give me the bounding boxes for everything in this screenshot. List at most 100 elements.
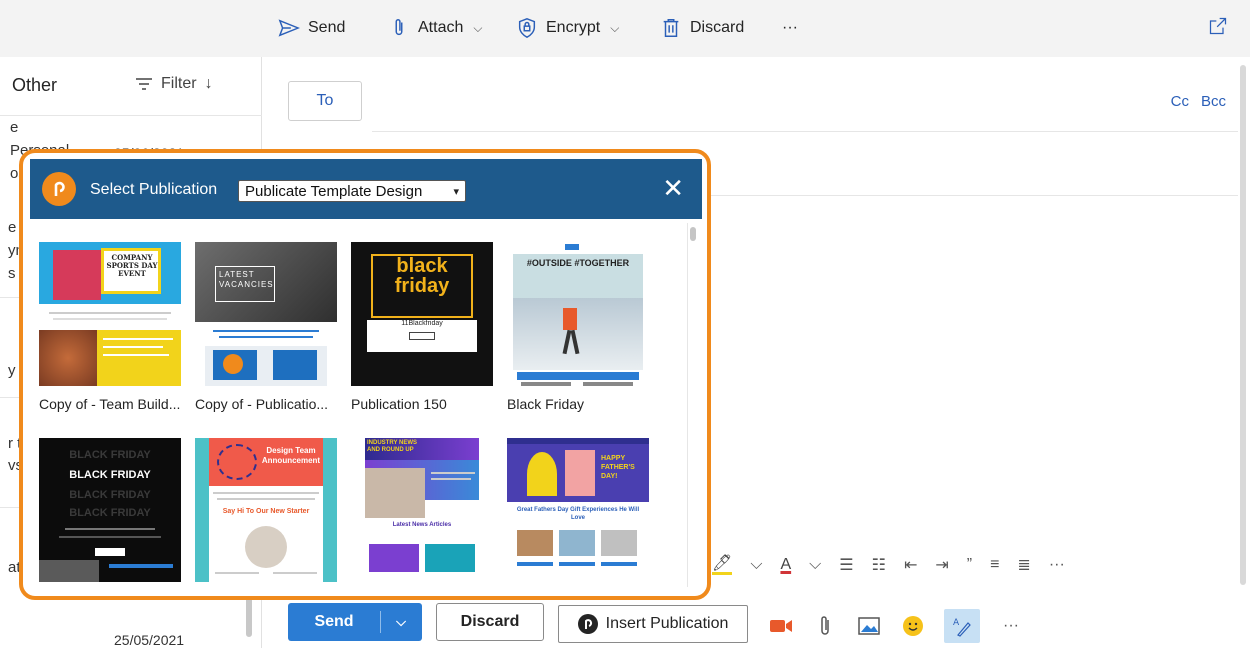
to-field-divider: [372, 131, 1238, 132]
align-left-icon[interactable]: ≡: [990, 556, 999, 574]
toolbar-send-button[interactable]: Send: [278, 12, 345, 44]
grid-scrollbar[interactable]: [690, 227, 696, 241]
publication-thumbnail: HAPPY FATHER'S DAY! Great Fathers Day Gi…: [507, 438, 649, 582]
toolbar-attach-button[interactable]: Attach ⌵: [388, 12, 482, 44]
publication-grid: COMPANY SPORTS DAY EVENT Copy of - Team …: [30, 219, 702, 591]
thumbnail-caption: Great Fathers Day Gift Experiences He Wi…: [516, 507, 640, 521]
list-scrollbar[interactable]: [246, 597, 252, 637]
publication-card[interactable]: HAPPY FATHER'S DAY! Great Fathers Day Gi…: [507, 438, 649, 582]
formatting-toolbar: 🖊︎ ⌵ A ⌵ ☰ ☷ ⇤ ⇥ ” ≡ ≣ ···: [712, 555, 1065, 575]
thumbnail-title: COMPANY SPORTS DAY EVENT: [106, 253, 158, 278]
bcc-link[interactable]: Bcc: [1201, 93, 1226, 110]
increase-indent-icon[interactable]: ⇥: [935, 555, 948, 575]
chevron-down-icon: ⌵: [610, 20, 620, 35]
command-toolbar: Send Attach ⌵ Encrypt ⌵ Discard ···: [0, 0, 1250, 57]
thumbnail-caption: 11Blackfriday: [401, 320, 443, 327]
list-item-date: 25/05/2021: [114, 632, 185, 648]
publication-card[interactable]: LATEST VACANCIES Copy of - Publicatio...: [195, 242, 337, 412]
font-color-icon[interactable]: A: [780, 556, 791, 574]
quote-icon[interactable]: ”: [967, 556, 972, 574]
modal-header: Select Publication Publicate Template De…: [30, 159, 702, 219]
send-icon: [278, 19, 300, 37]
list-item-fragment[interactable]: e: [10, 119, 18, 136]
compose-scrollbar[interactable]: [1240, 65, 1246, 585]
publication-thumbnail: LATEST VACANCIES: [195, 242, 337, 386]
thumbnail-title: INDUSTRY NEWS AND ROUND UP: [367, 440, 418, 453]
thumbnail-title: HAPPY FATHER'S DAY!: [601, 455, 635, 480]
modal-title: Select Publication: [90, 181, 218, 198]
publication-thumbnail: COMPANY SPORTS DAY EVENT: [39, 242, 181, 386]
thumbnail-title: LATEST VACANCIES: [219, 270, 274, 289]
publication-card[interactable]: BLACK FRIDAY BLACK FRIDAY BLACK FRIDAY B…: [39, 438, 181, 582]
trash-icon: [663, 19, 679, 37]
align-center-icon[interactable]: ≣: [1017, 555, 1030, 575]
publication-thumbnail: Design Team Announcement Say Hi To Our N…: [195, 438, 337, 582]
toolbar-more-button[interactable]: ···: [782, 12, 798, 44]
template-select-value: Publicate Template Design: [245, 182, 423, 200]
insert-publication-button[interactable]: Insert Publication: [558, 605, 748, 643]
thumbnail-caption: Latest News Articles: [392, 522, 452, 528]
publicate-logo-icon: [577, 614, 598, 634]
close-icon[interactable]: ✕: [662, 175, 684, 201]
send-button[interactable]: Send ⌵: [288, 603, 422, 641]
grid-scroll-track: [687, 223, 688, 587]
publication-picker-modal: Select Publication Publicate Template De…: [30, 159, 702, 591]
send-button-label: Send: [314, 613, 354, 630]
filter-button[interactable]: Filter ↓: [135, 75, 213, 93]
list-item-fragment[interactable]: e: [8, 219, 16, 236]
chevron-down-icon: ▾: [453, 185, 459, 198]
template-select[interactable]: Publicate Template Design ▾: [238, 180, 466, 202]
to-button[interactable]: To: [288, 81, 362, 121]
publication-card[interactable]: COMPANY SPORTS DAY EVENT Copy of - Team …: [39, 242, 181, 412]
image-icon[interactable]: [856, 613, 882, 639]
decrease-indent-icon[interactable]: ⇤: [904, 555, 917, 575]
publicate-logo-icon: [42, 172, 76, 206]
publication-card[interactable]: black friday 11Blackfriday Publication 1…: [351, 242, 493, 412]
video-call-icon[interactable]: [768, 613, 794, 639]
publication-name: Publication 150: [351, 396, 447, 412]
thumbnail-title: black friday: [394, 255, 450, 297]
chevron-down-icon[interactable]: ⌵: [750, 556, 762, 574]
pop-out-button[interactable]: [1208, 16, 1228, 39]
thumbnail-caption: Say Hi To Our New Starter: [222, 508, 310, 515]
more-icon[interactable]: ···: [1049, 556, 1065, 574]
emoji-icon[interactable]: [900, 613, 926, 639]
svg-text:A: A: [953, 618, 960, 628]
cc-link[interactable]: Cc: [1171, 93, 1189, 110]
publication-name: Black Friday: [507, 396, 585, 412]
thumbnail-title: BLACK FRIDAY: [69, 469, 151, 481]
cc-bcc-links: Cc Bcc: [1171, 93, 1226, 110]
folder-tab-other[interactable]: Other: [12, 75, 57, 96]
paperclip-icon: [395, 19, 403, 36]
more-icon[interactable]: ···: [998, 613, 1024, 639]
publication-thumbnail: BLACK FRIDAY BLACK FRIDAY BLACK FRIDAY B…: [39, 438, 181, 582]
publication-card[interactable]: INDUSTRY NEWS AND ROUND UP Latest News A…: [351, 438, 493, 582]
paperclip-icon[interactable]: [812, 613, 838, 639]
sort-arrow-icon: ↓: [204, 75, 213, 92]
filter-label: Filter: [161, 75, 197, 92]
chevron-down-icon: ⌵: [473, 20, 483, 35]
highlight-pen-icon[interactable]: 🖊︎: [712, 555, 733, 575]
editor-icon[interactable]: A: [944, 609, 980, 643]
compose-action-icons: A ···: [768, 609, 1024, 643]
publication-name: Copy of - Publicatio...: [195, 396, 329, 412]
publication-card[interactable]: Design Team Announcement Say Hi To Our N…: [195, 438, 337, 582]
toolbar-encrypt-button[interactable]: Encrypt ⌵: [516, 12, 619, 44]
numbered-list-icon[interactable]: ☷: [872, 555, 886, 575]
toolbar-discard-label: Discard: [690, 19, 745, 36]
pop-out-icon: [1209, 17, 1227, 35]
thumbnail-title: Design Team Announcement: [261, 446, 321, 465]
toolbar-discard-button[interactable]: Discard: [660, 12, 744, 44]
insert-publication-label: Insert Publication: [605, 615, 729, 632]
list-divider: [0, 115, 262, 116]
chevron-down-icon[interactable]: ⌵: [381, 614, 421, 630]
filter-icon: [136, 78, 152, 90]
publication-card[interactable]: #OUTSIDE #TOGETHER Black Friday: [507, 242, 649, 412]
discard-button[interactable]: Discard: [436, 603, 544, 641]
bullet-list-icon[interactable]: ☰: [839, 555, 853, 575]
toolbar-encrypt-label: Encrypt: [546, 19, 601, 36]
shield-lock-icon: [518, 18, 536, 38]
publication-thumbnail: INDUSTRY NEWS AND ROUND UP Latest News A…: [351, 438, 493, 582]
chevron-down-icon[interactable]: ⌵: [809, 556, 821, 574]
more-icon: ···: [782, 19, 798, 36]
